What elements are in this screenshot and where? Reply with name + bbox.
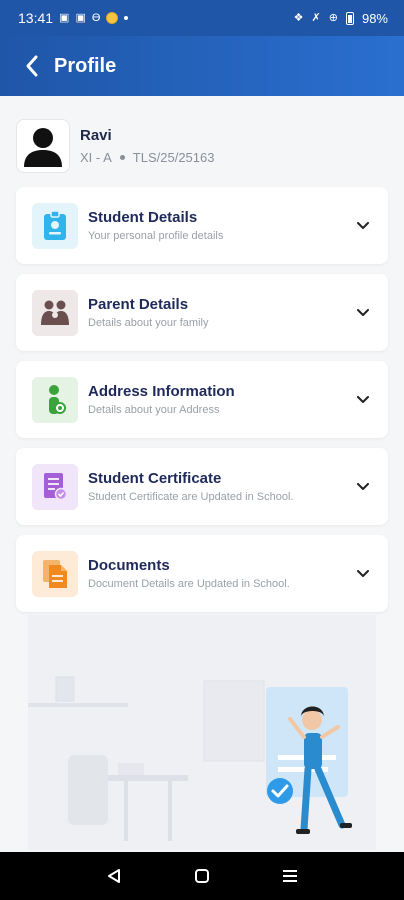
- chevron-down-icon[interactable]: [354, 478, 372, 496]
- avatar: [16, 119, 70, 173]
- card-text: Student Details Your personal profile de…: [88, 209, 354, 242]
- profile-illustration: [28, 615, 376, 850]
- status-right: ❖ ✗ ⊕ 98%: [294, 11, 388, 26]
- card-text: Parent Details Details about your family: [88, 296, 354, 329]
- square-home-icon: [195, 869, 209, 883]
- address-information-card[interactable]: Address Information Details about your A…: [16, 361, 388, 438]
- triangle-back-icon: [108, 869, 120, 883]
- user-avatar-icon: [24, 128, 62, 167]
- card-title: Parent Details: [88, 296, 189, 313]
- chat-icon: ▣: [75, 11, 86, 24]
- status-bar: 13:41 ▣ ▣ ϴ ❖ ✗ ⊕ 98%: [0, 0, 404, 36]
- back-button[interactable]: [18, 52, 46, 80]
- page-title: Profile: [54, 54, 117, 77]
- chevron-down-icon[interactable]: [354, 304, 372, 322]
- nav-back-button[interactable]: [100, 862, 128, 890]
- separator-dot: [119, 155, 125, 160]
- chevron-down-icon[interactable]: [354, 391, 372, 409]
- chevron-down-icon[interactable]: [354, 565, 372, 583]
- parent-details-card[interactable]: Parent Details Details about your family: [16, 274, 388, 351]
- family-icon: [32, 289, 78, 336]
- bluetooth-icon: ❖: [293, 11, 304, 24]
- documents-card[interactable]: Documents Document Details are Updated i…: [16, 535, 388, 612]
- id-card-icon: [32, 202, 78, 249]
- profile-info: Ravi XI - A TLS/25/25163: [80, 127, 214, 165]
- location-person-icon: [32, 376, 78, 423]
- battery-icon: [345, 11, 354, 25]
- documents-icon: [32, 550, 78, 597]
- profile-name: Ravi: [80, 127, 112, 144]
- battery-level: 98%: [361, 10, 388, 26]
- card-text: Address Information Details about your A…: [88, 383, 354, 416]
- system-nav-bar: [0, 852, 404, 900]
- card-text: Documents Document Details are Updated i…: [88, 557, 354, 590]
- card-title: Address Information: [88, 383, 235, 400]
- nav-home-button[interactable]: [188, 862, 216, 890]
- profile-meta: XI - A TLS/25/25163: [80, 150, 214, 165]
- chevron-down-icon[interactable]: [354, 217, 372, 235]
- status-left: 13:41 ▣ ▣ ϴ: [18, 10, 129, 26]
- card-title: Documents: [88, 557, 170, 574]
- card-title: Student Details: [88, 209, 198, 226]
- more-notifications-icon: [124, 16, 129, 20]
- mute-icon: ✗: [311, 11, 321, 24]
- card-title: Student Certificate: [88, 470, 222, 487]
- notification-icon: ϴ: [91, 11, 101, 24]
- message-icon: ▣: [59, 11, 70, 24]
- card-subtitle: Your personal profile details: [88, 230, 224, 242]
- profile-id: TLS/25/25163: [132, 150, 215, 165]
- coin-icon: [106, 12, 119, 24]
- certificate-icon: [32, 463, 78, 510]
- card-text: Student Certificate Student Certificate …: [88, 470, 354, 503]
- card-subtitle: Details about your Address: [88, 404, 220, 416]
- menu-lines-icon: [283, 870, 297, 882]
- student-details-card[interactable]: Student Details Your personal profile de…: [16, 187, 388, 264]
- wifi-icon: ⊕: [328, 11, 338, 24]
- student-certificate-card[interactable]: Student Certificate Student Certificate …: [16, 448, 388, 525]
- card-subtitle: Details about your family: [88, 317, 209, 329]
- profile-header: Ravi XI - A TLS/25/25163: [16, 116, 388, 176]
- profile-class: XI - A: [80, 150, 112, 165]
- status-time: 13:41: [18, 10, 54, 26]
- nav-recents-button[interactable]: [276, 862, 304, 890]
- card-subtitle: Document Details are Updated in School.: [88, 578, 290, 590]
- app-bar: Profile: [0, 36, 404, 96]
- back-arrow-icon: [26, 55, 38, 77]
- card-subtitle: Student Certificate are Updated in Schoo…: [88, 491, 294, 503]
